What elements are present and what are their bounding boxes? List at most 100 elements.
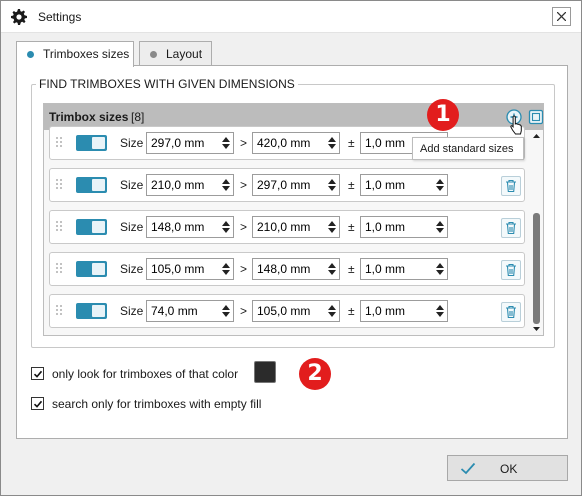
list-count: [8] [131, 110, 145, 124]
trimbox-size-row: Size > ± [49, 252, 525, 286]
tolerance-input[interactable] [361, 259, 433, 279]
check-icon [460, 462, 476, 475]
checkmark-icon [33, 400, 43, 408]
delete-row-button[interactable] [501, 218, 521, 238]
tolerance-input[interactable] [361, 301, 433, 321]
separator: > [240, 304, 248, 318]
tolerance-sign: ± [348, 304, 355, 318]
spin-arrows-icon[interactable] [434, 302, 446, 320]
tab-label: Trimboxes sizes [43, 47, 130, 61]
height-input[interactable] [253, 217, 325, 237]
width-stepper[interactable] [146, 300, 234, 322]
width-input[interactable] [147, 175, 219, 195]
tolerance-stepper[interactable] [360, 174, 448, 196]
gear-icon [11, 9, 27, 25]
spin-arrows-icon[interactable] [326, 176, 338, 194]
width-input[interactable] [147, 259, 219, 279]
settings-dialog: Settings Trimboxes sizes Layout FIND TRI… [0, 0, 582, 496]
enable-toggle[interactable] [76, 219, 107, 235]
trimbox-size-row: Size > ± [49, 168, 525, 202]
height-stepper[interactable] [252, 300, 340, 322]
spin-arrows-icon[interactable] [326, 218, 338, 236]
spin-arrows-icon[interactable] [220, 302, 232, 320]
tooltip: Add standard sizes [412, 137, 524, 160]
enable-toggle[interactable] [76, 261, 107, 277]
enable-toggle[interactable] [76, 303, 107, 319]
callout-badge-2: 2 [299, 358, 331, 390]
width-stepper[interactable] [146, 174, 234, 196]
width-stepper[interactable] [146, 258, 234, 280]
width-input[interactable] [147, 133, 219, 153]
tab-dot-icon [150, 51, 157, 58]
separator: > [240, 178, 248, 192]
height-stepper[interactable] [252, 258, 340, 280]
spin-arrows-icon[interactable] [434, 260, 446, 278]
tab-layout[interactable]: Layout [139, 41, 212, 66]
ok-button[interactable]: OK [447, 455, 568, 481]
height-input[interactable] [253, 301, 325, 321]
width-stepper[interactable] [146, 216, 234, 238]
list-title: Trimbox sizes [49, 110, 129, 124]
size-label: Size [120, 304, 144, 318]
list-scrollbar[interactable] [530, 130, 543, 335]
enable-toggle[interactable] [76, 177, 107, 193]
delete-row-button[interactable] [501, 176, 521, 196]
close-button[interactable] [552, 7, 571, 26]
drag-handle-icon[interactable] [56, 221, 64, 233]
tolerance-sign: ± [348, 136, 355, 150]
height-stepper[interactable] [252, 216, 340, 238]
drag-handle-icon[interactable] [56, 137, 64, 149]
height-stepper[interactable] [252, 132, 340, 154]
spin-arrows-icon[interactable] [326, 134, 338, 152]
scroll-thumb[interactable] [533, 213, 540, 324]
height-stepper[interactable] [252, 174, 340, 196]
width-input[interactable] [147, 301, 219, 321]
width-stepper[interactable] [146, 132, 234, 154]
drag-handle-icon[interactable] [56, 179, 64, 191]
tab-trimboxes-sizes[interactable]: Trimboxes sizes [16, 41, 134, 67]
tolerance-stepper[interactable] [360, 258, 448, 280]
window-title: Settings [38, 10, 82, 24]
tolerance-input[interactable] [361, 175, 433, 195]
callout-badge-1: 1 [427, 99, 459, 131]
height-input[interactable] [253, 133, 325, 153]
spin-arrows-icon[interactable] [220, 260, 232, 278]
scroll-down-icon[interactable] [530, 325, 543, 333]
height-input[interactable] [253, 259, 325, 279]
height-input[interactable] [253, 175, 325, 195]
trash-icon [506, 179, 516, 193]
tolerance-stepper[interactable] [360, 216, 448, 238]
spin-arrows-icon[interactable] [326, 302, 338, 320]
trimbox-size-row: Size > ± [49, 210, 525, 244]
width-input[interactable] [147, 217, 219, 237]
color-swatch[interactable] [254, 361, 276, 383]
spin-arrows-icon[interactable] [220, 218, 232, 236]
tolerance-sign: ± [348, 220, 355, 234]
delete-row-button[interactable] [501, 260, 521, 280]
spin-arrows-icon[interactable] [434, 218, 446, 236]
drag-handle-icon[interactable] [56, 263, 64, 275]
checkmark-icon [33, 370, 43, 378]
tab-dot-icon [27, 51, 34, 58]
spin-arrows-icon[interactable] [326, 260, 338, 278]
empty-fill-checkbox[interactable] [31, 397, 44, 410]
size-label: Size [120, 178, 144, 192]
spin-arrows-icon[interactable] [434, 176, 446, 194]
size-label: Size [120, 262, 144, 276]
enable-toggle[interactable] [76, 135, 107, 151]
color-only-checkbox[interactable] [31, 367, 44, 380]
color-only-label: only look for trimboxes of that color [52, 367, 239, 381]
separator: > [240, 262, 248, 276]
tolerance-stepper[interactable] [360, 300, 448, 322]
tolerance-sign: ± [348, 178, 355, 192]
scroll-up-icon[interactable] [530, 132, 543, 140]
delete-row-button[interactable] [501, 302, 521, 322]
spin-arrows-icon[interactable] [220, 134, 232, 152]
drag-handle-icon[interactable] [56, 305, 64, 317]
find-trimboxes-group: FIND TRIMBOXES WITH GIVEN DIMENSIONS Tri… [31, 77, 555, 348]
tolerance-input[interactable] [361, 217, 433, 237]
trash-icon [506, 305, 516, 319]
size-label: Size [120, 136, 144, 150]
spin-arrows-icon[interactable] [220, 176, 232, 194]
add-standard-sizes-button[interactable] [527, 108, 543, 126]
